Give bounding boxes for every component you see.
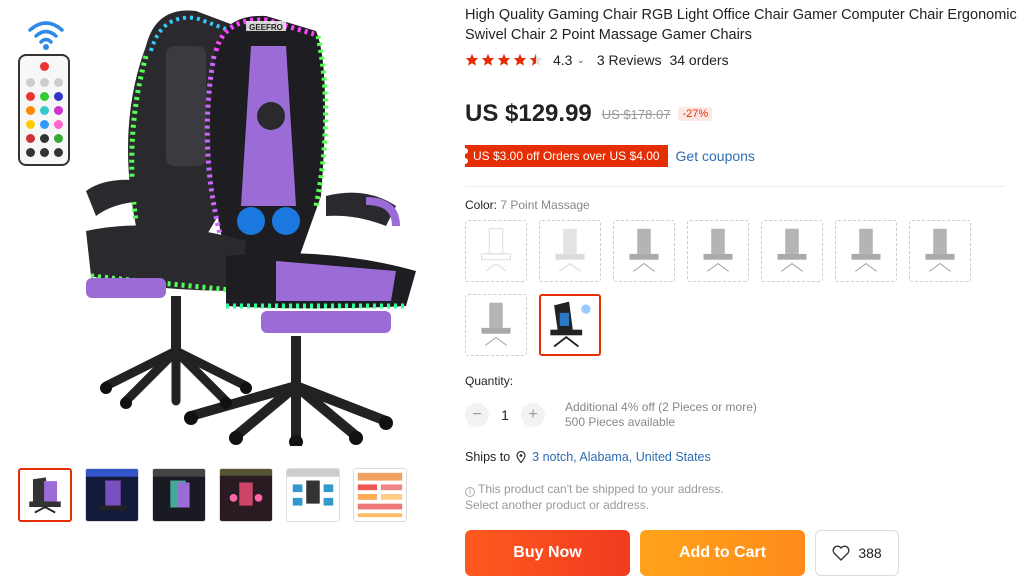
thumbnail-2[interactable] <box>85 468 139 522</box>
color-label: Color: 7 Point Massage <box>465 198 590 212</box>
price-row: US $129.99 US $178.07 -27% <box>465 100 713 128</box>
heart-icon <box>832 545 850 561</box>
action-buttons: Buy Now Add to Cart 388 <box>465 530 899 576</box>
color-swatch-9[interactable] <box>539 294 601 356</box>
color-swatch-1[interactable] <box>465 220 527 282</box>
shipping-location-link[interactable]: 3 notch, Alabama, United States <box>532 450 711 464</box>
rating-score[interactable]: 4.3 <box>553 52 572 68</box>
main-product-image[interactable]: GEEFRO <box>6 6 426 446</box>
rating-stars <box>465 53 543 67</box>
discount-badge: -27% <box>678 107 713 121</box>
color-swatch-6[interactable] <box>835 220 897 282</box>
shipping-warning-line1: This product can't be shipped to your ad… <box>478 482 724 496</box>
color-swatch-8[interactable] <box>465 294 527 356</box>
add-to-cart-button[interactable]: Add to Cart <box>640 530 805 576</box>
gaming-chair-image: GEEFRO <box>86 10 416 446</box>
thumbnail-3[interactable] <box>152 468 206 522</box>
thumbnail-1[interactable] <box>18 468 72 522</box>
thumbnail-5[interactable] <box>286 468 340 522</box>
quantity-input[interactable]: 1 <box>489 407 521 423</box>
color-swatch-3[interactable] <box>613 220 675 282</box>
color-swatch-2[interactable] <box>539 220 601 282</box>
chair-brand-text: GEEFRO <box>249 23 283 32</box>
quantity-label: Quantity: <box>465 374 514 388</box>
remote-control-image <box>18 54 70 166</box>
color-label-text: Color: <box>465 198 501 212</box>
stock-available-text: 500 Pieces available <box>565 415 676 429</box>
color-swatch-4[interactable] <box>687 220 749 282</box>
bulk-discount-text: Additional 4% off (2 Pieces or more) <box>565 400 757 414</box>
location-pin-icon <box>516 451 526 463</box>
buy-now-button[interactable]: Buy Now <box>465 530 630 576</box>
thumbnail-6[interactable] <box>353 468 407 522</box>
wishlist-count: 388 <box>858 545 882 561</box>
shipping-warning-line2: Select another product or address. <box>465 498 650 512</box>
coupon-row: US $3.00 off Orders over US $4.00 Get co… <box>462 145 755 167</box>
get-coupons-link[interactable]: Get coupons <box>676 148 755 164</box>
wifi-icon <box>28 21 64 50</box>
star-icon <box>513 53 527 66</box>
ships-to-label: Ships to <box>465 450 511 464</box>
chevron-down-icon[interactable]: ⌄ <box>576 55 584 66</box>
thumbnail-4[interactable] <box>219 468 273 522</box>
shipping-warning: i This product can't be shipped to your a… <box>465 481 724 513</box>
quantity-stepper: − 1 + Additional 4% off (2 Pieces or mor… <box>465 400 757 430</box>
wishlist-button[interactable]: 388 <box>815 530 899 576</box>
color-swatch-7[interactable] <box>909 220 971 282</box>
star-icon <box>481 53 495 66</box>
orders-count: 34 orders <box>669 52 729 68</box>
color-selected-value: 7 Point Massage <box>500 198 590 212</box>
info-icon: i <box>465 487 475 497</box>
original-price: US $178.07 <box>601 106 671 122</box>
product-title: High Quality Gaming Chair RGB Light Offi… <box>465 7 1017 43</box>
divider <box>465 186 1005 187</box>
half-star-icon <box>529 53 543 66</box>
thumbnail-strip <box>18 468 407 522</box>
shipping-row: Ships to 3 notch, Alabama, United States <box>465 450 711 464</box>
star-icon <box>465 53 479 66</box>
quantity-decrease-button[interactable]: − <box>465 403 489 427</box>
quantity-note: Additional 4% off (2 Pieces or more) 500… <box>565 400 757 430</box>
current-price: US $129.99 <box>465 100 592 127</box>
reviews-link[interactable]: 3 Reviews <box>597 52 662 68</box>
quantity-increase-button[interactable]: + <box>521 403 545 427</box>
coupon-tag: US $3.00 off Orders over US $4.00 <box>462 145 668 167</box>
rating-row: 4.3 ⌄ 3 Reviews 34 orders <box>465 52 729 68</box>
star-icon <box>497 53 511 66</box>
color-swatch-5[interactable] <box>761 220 823 282</box>
